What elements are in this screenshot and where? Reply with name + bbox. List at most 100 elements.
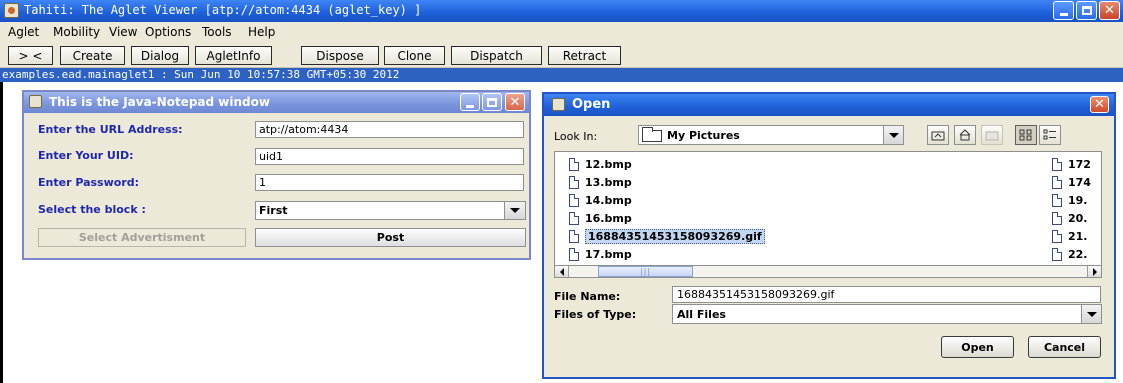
list-item-selected[interactable]: 16884351453158093269.gif [569, 227, 765, 245]
menu-tools[interactable]: Tools [202, 25, 232, 39]
list-item[interactable]: 22. [1052, 245, 1088, 263]
url-field[interactable]: atp://atom:4434 [255, 121, 524, 138]
arrow-left-icon [559, 267, 564, 276]
menu-help[interactable]: Help [248, 25, 275, 39]
notepad-close-button[interactable]: ✕ [505, 93, 525, 111]
retract-button[interactable]: Retract [548, 46, 621, 65]
details-view-button[interactable] [1039, 125, 1061, 145]
file-type-select[interactable]: All Files [672, 304, 1102, 324]
java-app-icon [4, 3, 19, 18]
cancel-button[interactable]: Cancel [1028, 336, 1101, 358]
file-icon [569, 175, 579, 189]
menu-mobility[interactable]: Mobility [53, 25, 100, 39]
password-label: Enter Password: [38, 176, 140, 189]
scroll-right-button[interactable] [1087, 266, 1101, 277]
minimize-icon [1059, 13, 1068, 16]
up-folder-icon [931, 131, 945, 141]
url-label: Enter the URL Address: [38, 123, 183, 136]
select-advertisment-button[interactable]: Select Advertisment [38, 228, 246, 247]
close-button[interactable]: ✕ [1099, 1, 1120, 20]
chevron-down-icon [510, 208, 520, 213]
open-dialog-close-button[interactable]: ✕ [1090, 96, 1109, 113]
list-item[interactable]: 19. [1052, 191, 1088, 209]
look-in-select[interactable]: My Pictures [638, 125, 904, 145]
file-icon [1052, 211, 1062, 225]
dialog-button[interactable]: Dialog [131, 46, 189, 65]
list-item[interactable]: 16.bmp [569, 209, 632, 227]
file-icon [1052, 247, 1062, 261]
file-type-label: Files of Type: [554, 308, 637, 321]
chevron-down-icon [888, 132, 899, 138]
aglet-status-line[interactable]: examples.ead.mainaglet1 : Sun Jun 10 10:… [0, 68, 1123, 82]
list-item[interactable]: 14.bmp [569, 191, 632, 209]
block-select[interactable]: First [255, 201, 526, 220]
collapse-button[interactable]: > < [8, 46, 53, 65]
list-item[interactable]: 174 [1052, 173, 1091, 191]
open-button[interactable]: Open [941, 336, 1014, 358]
notepad-title: This is the Java-Notepad window [49, 95, 270, 109]
menu-options[interactable]: Options [145, 25, 191, 39]
notepad-title-bar[interactable]: This is the Java-Notepad window ✕ [24, 92, 529, 113]
folder-icon [642, 127, 662, 142]
file-name-label: File Name: [554, 290, 621, 303]
java-app-icon [29, 95, 42, 108]
block-select-value: First [259, 204, 288, 217]
look-in-value: My Pictures [667, 129, 740, 142]
list-item[interactable]: 17.bmp [569, 245, 632, 263]
open-dialog-title: Open [572, 97, 611, 112]
file-icon [569, 229, 579, 243]
java-app-icon [552, 98, 565, 111]
maximize-icon [487, 97, 497, 107]
file-list-scrollbar[interactable]: ||| [554, 265, 1102, 278]
file-name-field[interactable]: 16884351453158093269.gif [672, 286, 1101, 303]
new-folder-button[interactable] [981, 125, 1003, 145]
main-window-border [0, 82, 3, 383]
list-item[interactable]: 21. [1052, 227, 1088, 245]
close-icon: ✕ [509, 94, 521, 110]
list-item[interactable]: 172 [1052, 155, 1091, 173]
password-field[interactable]: 1 [255, 174, 524, 191]
minimize-icon [466, 104, 474, 108]
list-item[interactable]: 12.bmp [569, 155, 632, 173]
notepad-maximize-button[interactable] [482, 93, 502, 111]
block-select-arrow[interactable] [504, 202, 525, 219]
menu-view[interactable]: View [109, 25, 137, 39]
menu-bar: Aglet Mobility View Options Tools Help [0, 22, 1123, 42]
list-item[interactable]: 13.bmp [569, 173, 632, 191]
look-in-arrow[interactable] [883, 126, 903, 144]
maximize-icon [1081, 6, 1092, 15]
open-file-dialog: Open ✕ Look In: My Pictures 12.bmp 13.bm… [542, 92, 1116, 379]
file-icon [1052, 175, 1062, 189]
clone-button[interactable]: Clone [384, 46, 445, 65]
scroll-thumb[interactable]: ||| [598, 266, 693, 277]
file-list: 12.bmp 13.bmp 14.bmp 16.bmp 168843514531… [554, 151, 1102, 277]
file-type-value: All Files [677, 308, 726, 321]
menu-aglet[interactable]: Aglet [8, 25, 39, 39]
file-icon [1052, 229, 1062, 243]
minimize-button[interactable] [1053, 1, 1074, 20]
file-icon [1052, 193, 1062, 207]
maximize-button[interactable] [1076, 1, 1097, 20]
file-icon [569, 247, 579, 261]
arrow-right-icon [1092, 267, 1097, 276]
file-icon [569, 211, 579, 225]
list-view-button[interactable] [1015, 125, 1037, 145]
file-type-arrow[interactable] [1081, 305, 1101, 323]
home-button[interactable] [954, 125, 976, 145]
uid-label: Enter Your UID: [38, 149, 134, 162]
main-title-bar[interactable]: Tahiti: The Aglet Viewer [atp://atom:443… [0, 0, 1123, 22]
open-dialog-title-bar[interactable]: Open ✕ [544, 94, 1114, 116]
grip-icon: ||| [639, 267, 652, 276]
post-button[interactable]: Post [255, 228, 526, 247]
dispose-button[interactable]: Dispose [301, 46, 379, 65]
list-item[interactable]: 20. [1052, 209, 1088, 227]
dispatch-button[interactable]: Dispatch [451, 46, 542, 65]
create-button[interactable]: Create [60, 46, 125, 65]
scroll-left-button[interactable] [555, 266, 569, 277]
look-in-label: Look In: [554, 130, 598, 143]
up-one-level-button[interactable] [927, 125, 949, 145]
agletinfo-button[interactable]: AgletInfo [195, 46, 272, 65]
uid-field[interactable]: uid1 [255, 148, 524, 165]
notepad-minimize-button[interactable] [460, 93, 480, 111]
list-view-icon [1019, 129, 1032, 141]
